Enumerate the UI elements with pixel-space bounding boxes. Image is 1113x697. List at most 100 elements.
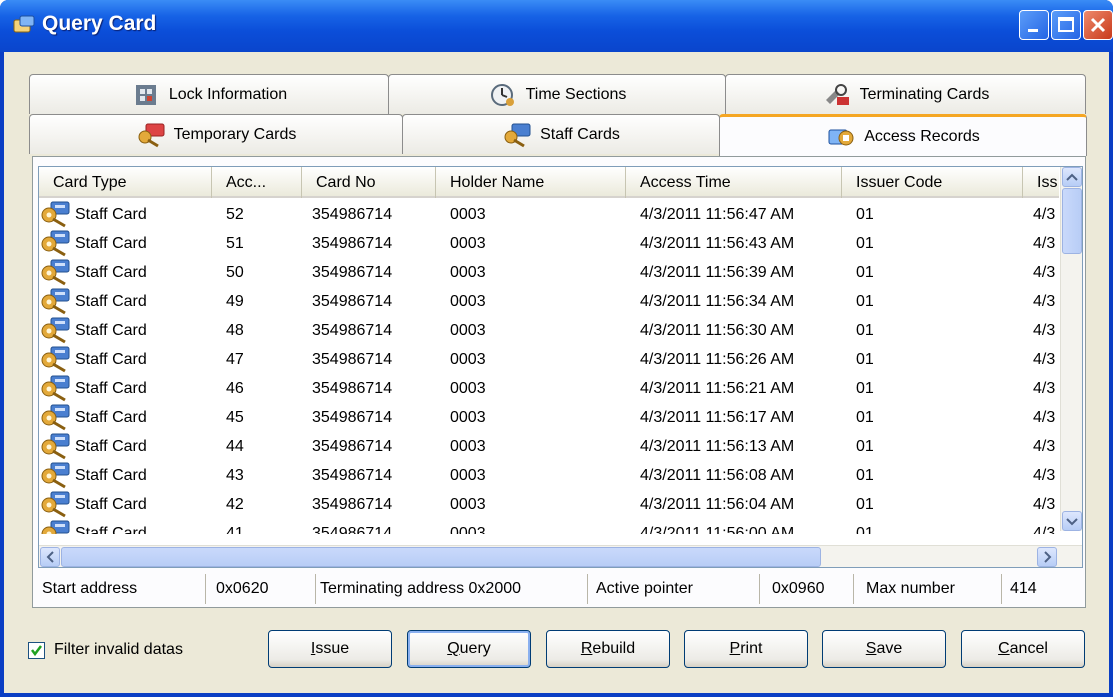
terminating-address-label: Terminating address [320, 580, 465, 597]
scroll-left-button[interactable] [40, 547, 60, 567]
cell-card-no: 354986714 [302, 345, 436, 374]
table-row[interactable]: Staff Card 50 354986714 0003 4/3/2011 11:56:… [39, 258, 1059, 287]
cell-card-no: 354986714 [302, 403, 436, 432]
filter-invalid-label[interactable]: Filter invalid datas [54, 638, 183, 662]
cell-text: 01 [856, 438, 874, 455]
staff-card-icon [41, 491, 70, 518]
table-row[interactable]: Staff Card 48 354986714 0003 4/3/2011 11:56:… [39, 316, 1059, 345]
cell-text: 4/3 [1033, 438, 1056, 455]
column-header-access-number[interactable]: Acc... [212, 167, 302, 198]
cell-acc: 50 [212, 258, 302, 287]
terminating-card-icon [825, 83, 849, 105]
table-row[interactable]: Staff Card 51 354986714 0003 4/3/2011 11:56:… [39, 229, 1059, 258]
horizontal-scroll-thumb[interactable] [61, 547, 821, 567]
tab-label: Access Records [864, 127, 980, 145]
scroll-down-button[interactable] [1062, 511, 1082, 531]
cell-type: Staff Card [39, 287, 212, 316]
cell-text: 4/3 [1033, 206, 1056, 223]
cell-text: 4/3 [1033, 264, 1056, 281]
print-button[interactable]: Print [684, 630, 808, 668]
tab-label: Temporary Cards [173, 125, 297, 143]
tab-terminating-cards[interactable]: Terminating Cards [725, 74, 1086, 114]
table-row[interactable]: Staff Card 44 354986714 0003 4/3/2011 11:56:… [39, 432, 1059, 461]
table-row[interactable]: Staff Card 41 354986714 0003 4/3/2011 11:56:… [39, 519, 1059, 534]
cell-issuer: 01 [842, 316, 1023, 345]
cell-time: 4/3/2011 11:56:39 AM [626, 258, 842, 287]
minimize-button[interactable] [1019, 10, 1049, 40]
cell-text: 4/3/2011 11:56:43 AM [640, 235, 795, 252]
column-header-card-type[interactable]: Card Type [39, 167, 212, 198]
table-row[interactable]: Staff Card 47 354986714 0003 4/3/2011 11:56:… [39, 345, 1059, 374]
tab-label: Staff Cards [540, 125, 620, 143]
access-records-list[interactable]: Card Type Acc... Card No Holder Name Acc… [38, 166, 1083, 568]
table-row[interactable]: Staff Card 43 354986714 0003 4/3/2011 11:56:… [39, 461, 1059, 490]
table-row[interactable]: Staff Card 49 354986714 0003 4/3/2011 11:56:… [39, 287, 1059, 316]
cell-text: 354986714 [312, 496, 393, 513]
cell-text: 4/3 [1033, 351, 1056, 368]
print-accel: P [729, 640, 741, 657]
tab-temporary-cards[interactable]: Temporary Cards [29, 114, 403, 154]
cell-card-no: 354986714 [302, 519, 436, 534]
max-number-label: Max number [854, 574, 1002, 604]
title-bar[interactable]: Query Card [0, 0, 1113, 52]
scroll-right-button[interactable] [1037, 547, 1057, 567]
table-row[interactable]: Staff Card 46 354986714 0003 4/3/2011 11:56:… [39, 374, 1059, 403]
scroll-up-button[interactable] [1062, 167, 1082, 187]
cell-holder: 0003 [436, 200, 626, 229]
cell-text: 354986714 [312, 235, 393, 252]
horizontal-scrollbar[interactable] [39, 545, 1082, 567]
maximize-button[interactable] [1051, 10, 1081, 40]
cell-text: 4/3 [1033, 293, 1056, 310]
tab-access-records[interactable]: Access Records [719, 114, 1087, 156]
rebuild-button[interactable]: Rebuild [546, 630, 670, 668]
tab-staff-cards[interactable]: Staff Cards [402, 114, 720, 154]
filter-invalid-checkbox[interactable] [28, 642, 45, 659]
cell-card-no: 354986714 [302, 258, 436, 287]
column-header-access-time[interactable]: Access Time [626, 167, 842, 198]
cell-text: 4/3/2011 11:56:34 AM [640, 293, 795, 310]
cell-text: 43 [226, 467, 244, 484]
cell-text: 0003 [450, 467, 486, 484]
column-header-issuer-code[interactable]: Issuer Code [842, 167, 1023, 198]
save-button[interactable]: Save [822, 630, 946, 668]
column-header-holder-name[interactable]: Holder Name [436, 167, 626, 198]
table-row[interactable]: Staff Card 42 354986714 0003 4/3/2011 11:56:… [39, 490, 1059, 519]
access-record-icon [828, 129, 854, 145]
cell-text: 0003 [450, 380, 486, 397]
cell-acc: 42 [212, 490, 302, 519]
terminating-address-value: 0x2000 [468, 580, 522, 597]
minimize-icon [1028, 29, 1038, 32]
tab-time-sections[interactable]: Time Sections [388, 74, 726, 114]
cancel-button[interactable]: Cancel [961, 630, 1085, 668]
cell-type: Staff Card [39, 345, 212, 374]
cell-card-no: 354986714 [302, 490, 436, 519]
chevron-up-icon [1066, 173, 1078, 181]
cell-text: 0003 [450, 525, 486, 534]
staff-card-icon [41, 317, 70, 344]
active-pointer-label: Active pointer [588, 574, 760, 604]
cell-text: 52 [226, 206, 244, 223]
vertical-scroll-thumb[interactable] [1062, 188, 1082, 254]
cell-text: 4/3/2011 11:56:39 AM [640, 264, 795, 281]
cell-acc: 46 [212, 374, 302, 403]
close-button[interactable] [1083, 10, 1113, 40]
cell-text: 354986714 [312, 380, 393, 397]
cell-time: 4/3/2011 11:56:00 AM [626, 519, 842, 534]
cell-time: 4/3/2011 11:56:13 AM [626, 432, 842, 461]
table-row[interactable]: Staff Card 52 354986714 0003 4/3/2011 11:56:… [39, 200, 1059, 229]
issue-button[interactable]: Issue [268, 630, 392, 668]
query-button[interactable]: Query [407, 630, 531, 668]
cell-text: 0003 [450, 351, 486, 368]
list-header: Card Type Acc... Card No Holder Name Acc… [39, 167, 1059, 198]
list-rows: Staff Card 52 354986714 0003 4/3/2011 11:56:… [39, 200, 1059, 534]
table-row[interactable]: Staff Card 45 354986714 0003 4/3/2011 11:56:… [39, 403, 1059, 432]
tab-lock-information[interactable]: Lock Information [29, 74, 389, 114]
cell-text: Staff Card [75, 322, 147, 339]
cell-text: 46 [226, 380, 244, 397]
chevron-down-icon [1066, 518, 1078, 526]
vertical-scrollbar[interactable] [1060, 167, 1082, 531]
cell-acc: 52 [212, 200, 302, 229]
cell-type: Staff Card [39, 403, 212, 432]
cell-iss: 4/3 [1023, 374, 1059, 403]
column-header-card-no[interactable]: Card No [302, 167, 436, 198]
